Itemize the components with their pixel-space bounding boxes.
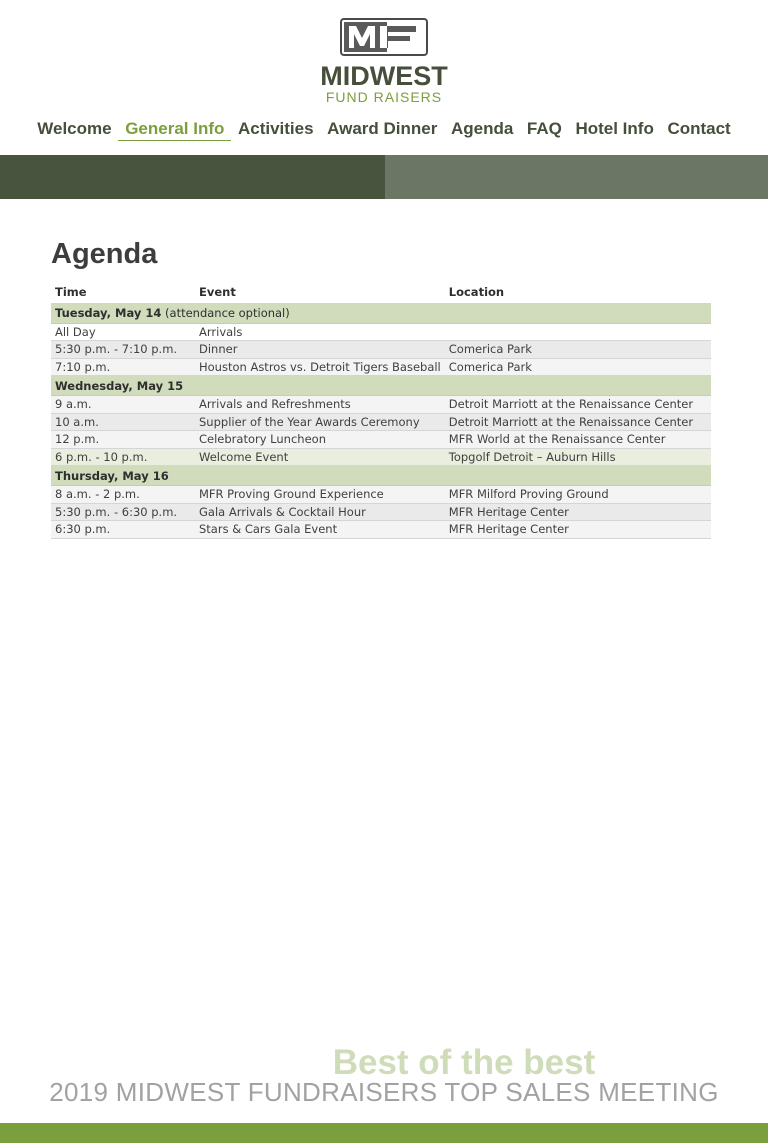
day-label: Tuesday, May 14 [55, 306, 162, 320]
day-header-row: Tuesday, May 14 (attendance optional) [51, 303, 711, 324]
time-cell: 6:30 p.m. [51, 520, 195, 539]
location-cell: Detroit Marriott at the Renaissance Cent… [444, 395, 711, 414]
time-cell: 10 a.m. [51, 413, 195, 431]
table-row: All Day Arrivals [51, 323, 711, 341]
time-cell: 6 p.m. - 10 p.m. [51, 448, 195, 466]
time-cell: 8 a.m. - 2 p.m. [51, 485, 195, 504]
event-cell: Arrivals and Refreshments [195, 395, 445, 414]
header-banner [0, 155, 768, 199]
banner-light-panel [385, 155, 768, 199]
nav-item-general-info[interactable]: General Info [118, 118, 232, 141]
location-cell: MFR Heritage Center [444, 503, 711, 521]
day-header-cell: Wednesday, May 15 [51, 375, 711, 396]
location-cell [444, 323, 711, 341]
time-cell: 7:10 p.m. [51, 358, 195, 376]
location-cell: MFR Milford Proving Ground [444, 485, 711, 504]
meeting-title: 2019 MIDWEST FUNDRAISERS TOP SALES MEETI… [49, 1077, 719, 1107]
nav-item-award-dinner[interactable]: Award Dinner [320, 118, 444, 141]
event-cell: Stars & Cars Gala Event [195, 520, 445, 539]
day-header-cell: Thursday, May 16 [51, 465, 711, 486]
day-note: (attendance optional) [161, 306, 290, 320]
event-cell: Welcome Event [195, 448, 445, 466]
table-row: 12 p.m. Celebratory Luncheon MFR World a… [51, 430, 711, 449]
brand-subtitle: FUND RAISERS [325, 89, 443, 105]
location-cell: MFR World at the Renaissance Center [444, 430, 711, 449]
table-row: 6:30 p.m. Stars & Cars Gala Event MFR He… [51, 520, 711, 539]
time-cell: 9 a.m. [51, 395, 195, 414]
day-header-row: Wednesday, May 15 [51, 375, 711, 396]
table-row: 5:30 p.m. - 6:30 p.m. Gala Arrivals & Co… [51, 503, 711, 521]
site-logo[interactable]: MIDWEST FUND RAISERS [0, 18, 768, 104]
event-cell: Celebratory Luncheon [195, 430, 445, 449]
event-cell: MFR Proving Ground Experience [195, 485, 445, 504]
column-header-event: Event [195, 283, 445, 304]
day-header-row: Thursday, May 16 [51, 465, 711, 486]
event-cell: Dinner [195, 340, 445, 359]
page-title: Agenda [51, 238, 158, 270]
time-cell: 5:30 p.m. - 6:30 p.m. [51, 503, 195, 521]
day-label: Wednesday, May 15 [55, 378, 184, 393]
day-label: Thursday, May 16 [55, 468, 169, 483]
mf-logo-mark-icon [340, 18, 428, 56]
location-cell: Detroit Marriott at the Renaissance Cent… [444, 413, 711, 431]
event-cell: Gala Arrivals & Cocktail Hour [195, 503, 445, 521]
nav-item-activities[interactable]: Activities [231, 118, 320, 141]
brand-name: MIDWEST [320, 61, 448, 91]
event-cell: Arrivals [195, 323, 445, 341]
table-row: 5:30 p.m. - 7:10 p.m. Dinner Comerica Pa… [51, 340, 711, 359]
banner-dark-panel [0, 155, 385, 199]
table-row: 8 a.m. - 2 p.m. MFR Proving Ground Exper… [51, 485, 711, 504]
column-header-time: Time [51, 283, 195, 304]
time-cell: 5:30 p.m. - 7:10 p.m. [51, 340, 195, 359]
location-cell: Topgolf Detroit – Auburn Hills [444, 448, 711, 466]
event-cell: Supplier of the Year Awards Ceremony [195, 413, 445, 431]
location-cell: Comerica Park [444, 358, 711, 376]
location-cell: Comerica Park [444, 340, 711, 359]
main-nav: Welcome General Info Activities Award Di… [0, 118, 768, 141]
day-header-cell: Tuesday, May 14 (attendance optional) [51, 303, 711, 324]
nav-item-welcome[interactable]: Welcome [30, 118, 118, 141]
agenda-table: Time Event Location Tuesday, May 14 (att… [51, 283, 711, 539]
table-row: 10 a.m. Supplier of the Year Awards Cere… [51, 413, 711, 431]
nav-item-faq[interactable]: FAQ [520, 118, 569, 141]
table-row: 6 p.m. - 10 p.m. Welcome Event Topgolf D… [51, 448, 711, 466]
table-row: 7:10 p.m. Houston Astros vs. Detroit Tig… [51, 358, 711, 376]
nav-item-agenda[interactable]: Agenda [444, 118, 520, 141]
location-cell: MFR Heritage Center [444, 520, 711, 539]
event-cell: Houston Astros vs. Detroit Tigers Baseba… [195, 358, 445, 376]
nav-item-hotel-info[interactable]: Hotel Info [569, 118, 661, 141]
time-cell: All Day [51, 323, 195, 341]
time-cell: 12 p.m. [51, 430, 195, 449]
nav-item-contact[interactable]: Contact [661, 118, 738, 141]
table-row: 9 a.m. Arrivals and Refreshments Detroit… [51, 395, 711, 414]
column-header-location: Location [444, 283, 711, 304]
footer-bar [0, 1123, 768, 1143]
table-header-row: Time Event Location [51, 283, 711, 304]
